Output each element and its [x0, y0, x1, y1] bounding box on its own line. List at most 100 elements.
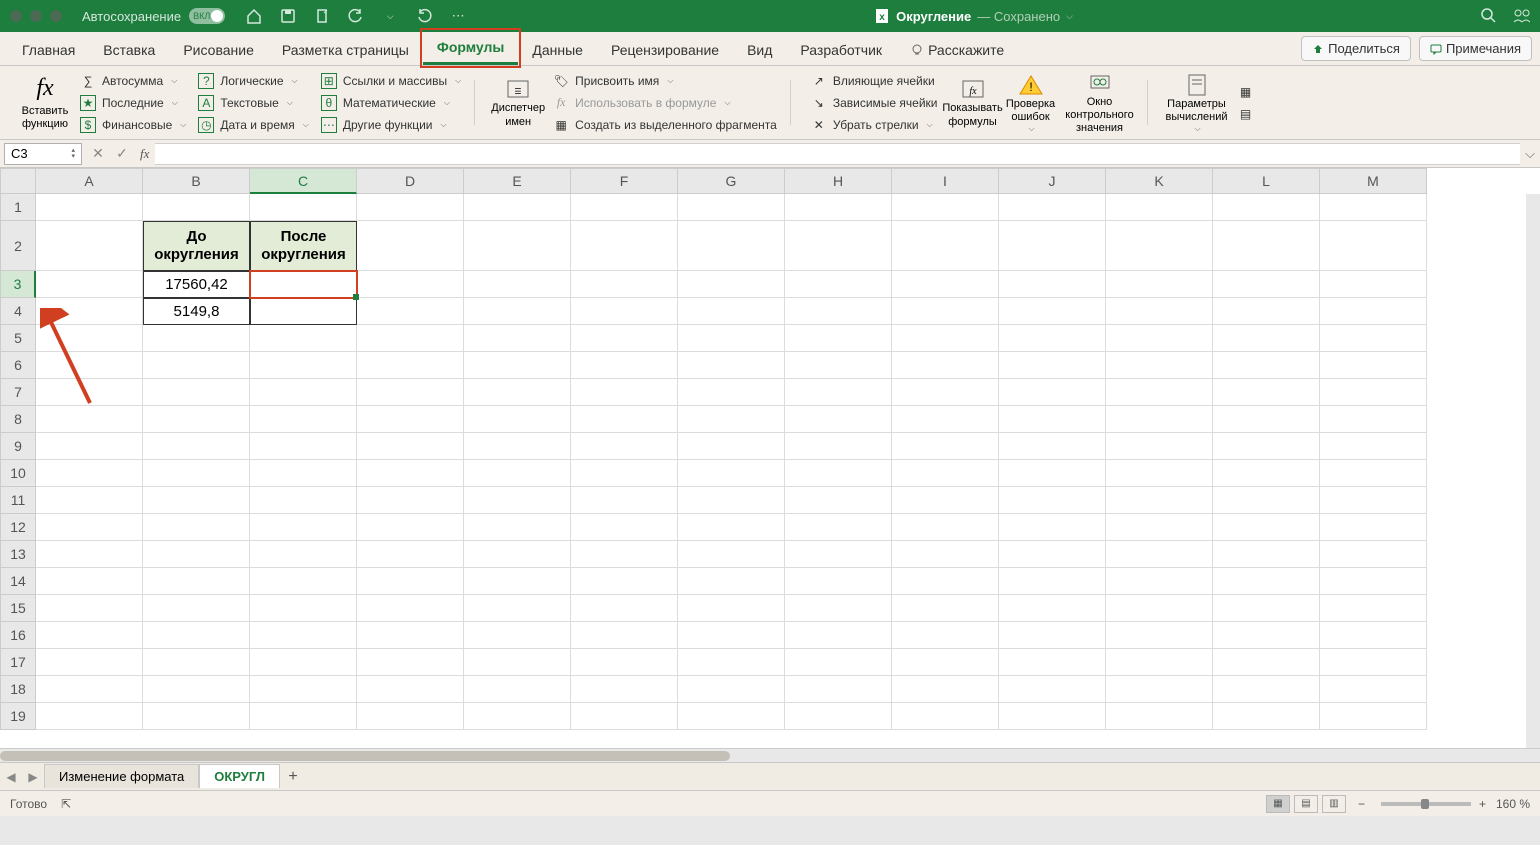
cell[interactable]: [1213, 325, 1320, 352]
cell-L2[interactable]: [1213, 221, 1320, 271]
cell-K1[interactable]: [1106, 194, 1213, 221]
cell[interactable]: [143, 595, 250, 622]
cell[interactable]: [571, 433, 678, 460]
financial-button[interactable]: $Финансовые⌵: [74, 115, 192, 135]
cell[interactable]: [1213, 595, 1320, 622]
cell[interactable]: [999, 541, 1106, 568]
cell[interactable]: [785, 541, 892, 568]
name-box[interactable]: C3 ▴▾: [4, 143, 82, 165]
horizontal-scrollbar[interactable]: [0, 748, 1540, 762]
cell-H3[interactable]: [785, 271, 892, 298]
cell[interactable]: [464, 325, 571, 352]
cell[interactable]: [36, 703, 143, 730]
home-icon[interactable]: [245, 7, 263, 25]
cell[interactable]: [785, 676, 892, 703]
cell[interactable]: [250, 352, 357, 379]
math-button[interactable]: θМатематические⌵: [315, 93, 467, 113]
cell[interactable]: [571, 460, 678, 487]
cell-M2[interactable]: [1320, 221, 1427, 271]
cell-B3[interactable]: 17560,42: [143, 271, 250, 298]
cell[interactable]: [250, 622, 357, 649]
cell[interactable]: [892, 433, 999, 460]
cell[interactable]: [1320, 649, 1427, 676]
cell[interactable]: [999, 568, 1106, 595]
tab-formulas[interactable]: Формулы: [423, 31, 519, 65]
share-button[interactable]: Поделиться: [1301, 36, 1411, 61]
cell[interactable]: [892, 406, 999, 433]
col-header-D[interactable]: D: [357, 168, 464, 194]
row-header-2[interactable]: 2: [0, 221, 36, 271]
cell-A3[interactable]: [36, 271, 143, 298]
trace-dependents-button[interactable]: ↘Зависимые ячейки: [805, 93, 944, 113]
cell[interactable]: [678, 568, 785, 595]
cell[interactable]: [1106, 622, 1213, 649]
cell[interactable]: [36, 406, 143, 433]
cell-A2[interactable]: [36, 221, 143, 271]
cell[interactable]: [571, 703, 678, 730]
cell[interactable]: [678, 460, 785, 487]
recent-button[interactable]: ★Последние⌵: [74, 93, 192, 113]
tab-developer[interactable]: Разработчик: [786, 34, 896, 65]
cell[interactable]: [571, 595, 678, 622]
cell[interactable]: [464, 541, 571, 568]
cell[interactable]: [250, 406, 357, 433]
cancel-formula-button[interactable]: ✕: [86, 145, 110, 162]
select-all-corner[interactable]: [0, 168, 36, 194]
tab-insert[interactable]: Вставка: [89, 34, 169, 65]
zoom-slider[interactable]: [1381, 802, 1471, 806]
sheet-nav-next[interactable]: ▶: [22, 770, 44, 784]
cell[interactable]: [464, 676, 571, 703]
formula-input[interactable]: [155, 143, 1520, 165]
cell[interactable]: [571, 352, 678, 379]
row-header-17[interactable]: 17: [0, 649, 36, 676]
accessibility-icon[interactable]: ⇱: [61, 797, 71, 811]
cell[interactable]: [892, 676, 999, 703]
cell[interactable]: [785, 325, 892, 352]
cell-D1[interactable]: [357, 194, 464, 221]
cell[interactable]: [36, 595, 143, 622]
page-break-view-button[interactable]: ▥: [1322, 795, 1346, 813]
cell[interactable]: [999, 325, 1106, 352]
cell[interactable]: [678, 622, 785, 649]
chevron-down-icon[interactable]: ⌵: [381, 7, 399, 25]
cell[interactable]: [892, 352, 999, 379]
add-sheet-button[interactable]: +: [280, 768, 306, 786]
cell[interactable]: [1320, 595, 1427, 622]
cell-I1[interactable]: [892, 194, 999, 221]
sheet-tab-1[interactable]: Изменение формата: [44, 764, 199, 788]
cell[interactable]: [143, 649, 250, 676]
cell[interactable]: [1320, 352, 1427, 379]
cell[interactable]: [464, 703, 571, 730]
cell[interactable]: [892, 622, 999, 649]
cell[interactable]: [785, 406, 892, 433]
logical-button[interactable]: ?Логические⌵: [192, 71, 315, 91]
cell[interactable]: [1106, 595, 1213, 622]
name-manager-button[interactable]: ☰ Диспетчер имен: [489, 74, 547, 130]
account-icon[interactable]: [1512, 7, 1530, 25]
sheet-nav-prev[interactable]: ◀: [0, 770, 22, 784]
cell[interactable]: [464, 352, 571, 379]
cell-M4[interactable]: [1320, 298, 1427, 325]
cell-C2[interactable]: После округления: [250, 221, 357, 271]
cell[interactable]: [785, 352, 892, 379]
cell[interactable]: [892, 487, 999, 514]
row-header-6[interactable]: 6: [0, 352, 36, 379]
cell[interactable]: [36, 325, 143, 352]
autosum-button[interactable]: ∑Автосумма⌵: [74, 71, 192, 91]
row-header-19[interactable]: 19: [0, 703, 36, 730]
cell[interactable]: [1213, 460, 1320, 487]
cell[interactable]: [1320, 487, 1427, 514]
cell-I3[interactable]: [892, 271, 999, 298]
cell[interactable]: [143, 406, 250, 433]
cell[interactable]: [464, 487, 571, 514]
cell-D2[interactable]: [357, 221, 464, 271]
show-formulas-button[interactable]: fx Показывать формулы: [944, 74, 1002, 130]
cell[interactable]: [999, 379, 1106, 406]
tab-view[interactable]: Вид: [733, 34, 786, 65]
cell[interactable]: [1213, 514, 1320, 541]
cell[interactable]: [464, 595, 571, 622]
cell[interactable]: [785, 487, 892, 514]
cell[interactable]: [1320, 325, 1427, 352]
vertical-scrollbar[interactable]: [1526, 194, 1540, 748]
cell-D3[interactable]: [357, 271, 464, 298]
